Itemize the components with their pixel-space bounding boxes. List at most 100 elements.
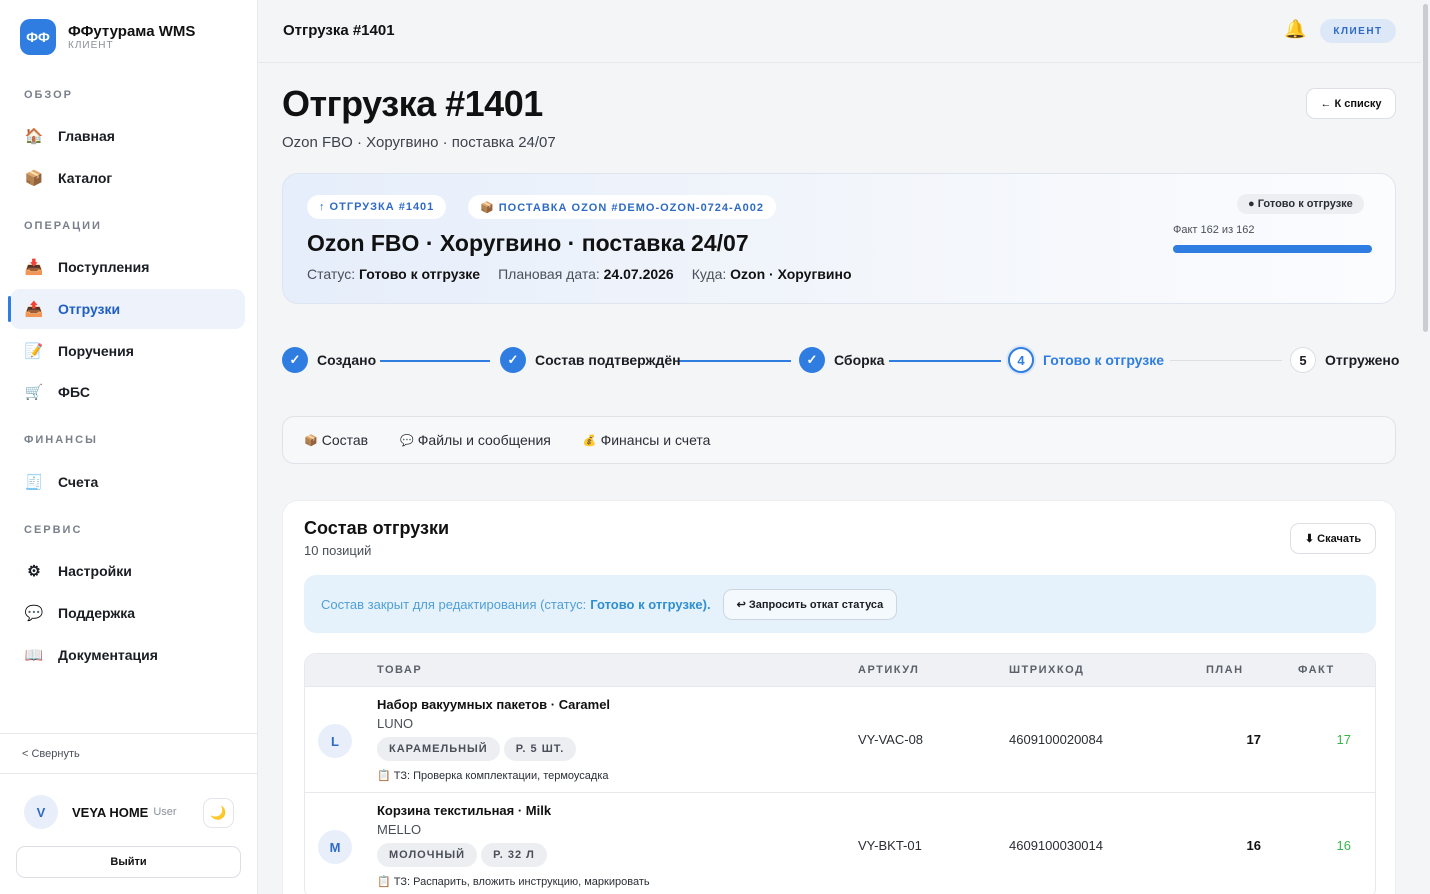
col-sku[interactable]: АРТИКУЛ xyxy=(858,664,919,676)
summary-title: Ozon FBO · Хоругвино · поставка 24/07 xyxy=(307,230,749,256)
locked-notice: Состав закрыт для редактирования (статус… xyxy=(304,575,1376,633)
composition-card: Состав отгрузки 10 позиций ⬇ Скачать Сос… xyxy=(282,500,1396,894)
sidebar-item-label: Поручения xyxy=(58,343,134,359)
cart-icon: 🛒 xyxy=(24,384,44,401)
tab-label: Финансы и счета xyxy=(600,432,711,448)
logout-button[interactable]: Выйти xyxy=(16,846,241,878)
size-chip: Р. 32 Л xyxy=(481,843,547,867)
collapse-sidebar-button[interactable]: < Свернуть xyxy=(0,733,257,774)
gear-icon: ⚙ xyxy=(27,563,41,580)
brand[interactable]: ФФ ФФутурама WMS КЛИЕНТ xyxy=(20,19,195,55)
brand-logo: ФФ xyxy=(20,19,56,55)
scrollbar[interactable] xyxy=(1421,0,1430,894)
sidebar-item-label: Счета xyxy=(58,474,99,490)
scrollbar-thumb[interactable] xyxy=(1423,4,1428,332)
sidebar-item-label: Главная xyxy=(58,128,115,144)
inbox-icon: 📥 xyxy=(24,259,44,276)
sidebar-item-docs[interactable]: 📖 Документация xyxy=(10,635,245,675)
user-name: VEYA HOME xyxy=(72,804,149,820)
step-label: Создано xyxy=(317,352,377,368)
sidebar-item-label: Поддержка xyxy=(58,605,136,621)
nav-section-service: СЕРВИС xyxy=(24,524,83,536)
product-name[interactable]: Корзина текстильная · Milk xyxy=(377,803,551,818)
brand-name: ФФутурама WMS xyxy=(68,22,196,40)
user-profile[interactable]: V VEYA HOME User xyxy=(24,795,177,829)
date-value: 24.07.2026 xyxy=(603,266,674,282)
destination-value: Ozon · Хоругвино xyxy=(730,266,852,282)
cell-fact: 17 xyxy=(1336,732,1351,747)
tabs: 📦 Состав 💬 Файлы и сообщения 💰 Финансы и… xyxy=(282,416,1396,464)
sidebar-item-invoices[interactable]: 🧾 Счета xyxy=(10,462,245,502)
sidebar-item-label: Поступления xyxy=(58,259,150,275)
status-value: Готово к отгрузке xyxy=(359,266,481,282)
destination-label: Куда: xyxy=(691,266,727,282)
table-row[interactable]: M Корзина текстильная · Milk MELLO МОЛОЧ… xyxy=(305,793,1375,894)
tab-composition[interactable]: 📦 Состав xyxy=(304,432,368,448)
step-ready: 4 Готово к отгрузке xyxy=(1008,347,1164,373)
memo-icon: 📝 xyxy=(24,343,44,360)
shipment-tag[interactable]: ↑ ОТГРУЗКА #1401 xyxy=(307,195,447,219)
step-number: 5 xyxy=(1290,347,1316,373)
product-avatar: L xyxy=(318,724,352,758)
status-badge: ● Готово к отгрузке xyxy=(1237,194,1364,214)
composition-table: ТОВАР АРТИКУЛ ШТРИХКОД ПЛАН ФАКТ L Набор… xyxy=(304,653,1376,894)
step-label: Отгружено xyxy=(1325,352,1400,368)
check-icon: ✓ xyxy=(799,347,825,373)
topbar-title: Отгрузка #1401 xyxy=(283,22,395,39)
table-row[interactable]: L Набор вакуумных пакетов · Caramel LUNO… xyxy=(305,687,1375,793)
col-barcode[interactable]: ШТРИХКОД xyxy=(1009,664,1084,676)
sidebar-item-support[interactable]: 💬 Поддержка xyxy=(10,593,245,633)
product-name[interactable]: Набор вакуумных пакетов · Caramel xyxy=(377,697,610,712)
step-label: Готово к отгрузке xyxy=(1043,352,1165,368)
bell-icon[interactable]: 🔔 xyxy=(1284,19,1306,40)
composition-title: Состав отгрузки xyxy=(304,518,450,538)
notice-status: Готово к отгрузке). xyxy=(590,596,711,612)
status-stepper: ✓ Создано ✓ Состав подтверждён ✓ Сборка … xyxy=(282,347,1400,375)
chat-icon: 💬 xyxy=(400,434,414,447)
size-chip: Р. 5 ШТ. xyxy=(503,737,577,761)
product-brand: MELLO xyxy=(377,822,422,837)
sidebar-item-settings[interactable]: ⚙ Настройки xyxy=(10,551,245,591)
col-plan[interactable]: ПЛАН xyxy=(1206,664,1244,676)
theme-toggle-button[interactable]: 🌙 xyxy=(203,798,234,828)
check-icon: ✓ xyxy=(500,347,526,373)
request-rollback-button[interactable]: ↩ Запросить откат статуса xyxy=(722,588,898,620)
col-fact[interactable]: ФАКТ xyxy=(1298,664,1335,676)
sidebar-item-home[interactable]: 🏠 Главная xyxy=(10,116,245,156)
step-label: Сборка xyxy=(834,352,885,368)
table-header: ТОВАР АРТИКУЛ ШТРИХКОД ПЛАН ФАКТ xyxy=(305,654,1375,687)
step-created: ✓ Создано xyxy=(282,347,376,373)
sidebar-item-shipments[interactable]: 📤 Отгрузки xyxy=(8,289,245,329)
summary-meta: Статус: Готово к отгрузке Плановая дата:… xyxy=(307,266,852,282)
sidebar-item-orders[interactable]: 📝 Поручения xyxy=(10,331,245,371)
cell-sku: VY-VAC-08 xyxy=(858,732,924,747)
moon-icon: 🌙 xyxy=(210,805,227,820)
outbox-icon: 📤 xyxy=(24,301,44,318)
cell-plan: 16 xyxy=(1246,838,1261,853)
step-connector xyxy=(380,360,490,362)
sidebar-item-label: Каталог xyxy=(58,170,113,186)
cell-barcode: 4609100030014 xyxy=(1009,838,1103,853)
step-confirmed: ✓ Состав подтверждён xyxy=(500,347,681,373)
step-label: Состав подтверждён xyxy=(535,352,681,368)
sidebar-item-catalog[interactable]: 📦 Каталог xyxy=(10,158,245,198)
col-product[interactable]: ТОВАР xyxy=(377,664,422,676)
tab-finance[interactable]: 💰 Финансы и счета xyxy=(583,432,711,448)
box-icon: 📦 xyxy=(24,170,44,187)
role-badge: КЛИЕНТ xyxy=(1320,19,1396,43)
supply-tag[interactable]: 📦 ПОСТАВКА OZON #DEMO-OZON-0724-A002 xyxy=(468,195,776,219)
sidebar-item-receipts[interactable]: 📥 Поступления xyxy=(10,247,245,287)
back-to-list-button[interactable]: ← К списку xyxy=(1306,88,1396,119)
brand-subtitle: КЛИЕНТ xyxy=(68,39,114,51)
fact-progress-label: Факт 162 из 162 xyxy=(1173,224,1255,236)
download-button[interactable]: ⬇ Скачать xyxy=(1290,523,1376,554)
book-icon: 📖 xyxy=(24,647,44,664)
cell-sku: VY-BKT-01 xyxy=(858,838,922,853)
tab-files-messages[interactable]: 💬 Файлы и сообщения xyxy=(400,432,551,448)
sidebar: ФФ ФФутурама WMS КЛИЕНТ ОБЗОР 🏠 Главная … xyxy=(0,0,258,894)
sidebar-item-fbs[interactable]: 🛒 ФБС xyxy=(10,372,245,412)
sidebar-item-label: Документация xyxy=(58,647,158,663)
step-number: 4 xyxy=(1008,347,1034,373)
tab-label: Файлы и сообщения xyxy=(417,432,551,448)
shipment-summary-card: ↑ ОТГРУЗКА #1401 📦 ПОСТАВКА OZON #DEMO-O… xyxy=(282,173,1396,304)
